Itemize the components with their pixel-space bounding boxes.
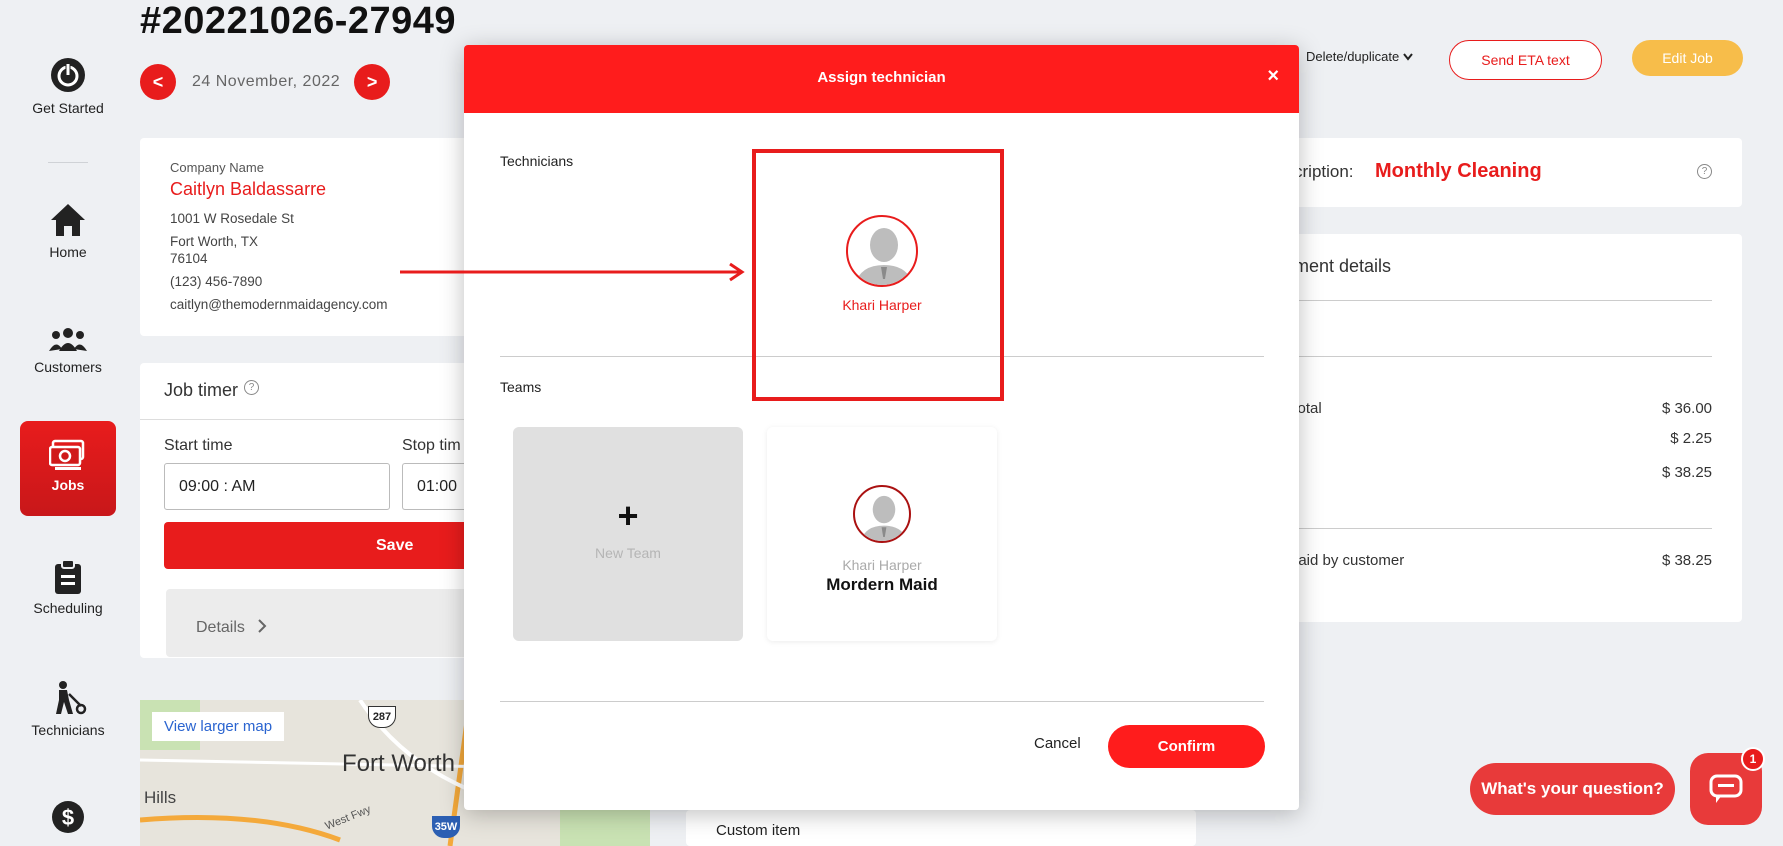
map-area-label: Hills: [144, 788, 177, 807]
chevron-right-icon: >: [366, 71, 378, 92]
highlight-box: [752, 149, 1004, 401]
dollar-icon: $: [52, 801, 84, 833]
help-icon[interactable]: ?: [1697, 164, 1712, 179]
sidebar-item-customers[interactable]: Customers: [20, 327, 116, 375]
chevron-down-icon: [1403, 53, 1413, 61]
chat-prompt[interactable]: What's your question?: [1470, 763, 1675, 815]
payment-row-paid: paid by customer $ 38.25: [1290, 552, 1712, 569]
payment-row-amount: $ 38.25: [1661, 464, 1712, 481]
highway-shield-287: 287: [368, 706, 396, 728]
divider: [140, 419, 480, 420]
map-city-label: Fort Worth: [342, 750, 455, 777]
new-team-button[interactable]: + New Team: [513, 427, 743, 641]
clipboard-icon: [55, 560, 81, 594]
jobs-icon: [49, 439, 85, 470]
sidebar-item-label: Get Started: [32, 100, 104, 116]
delete-duplicate-dropdown[interactable]: Delete/duplicate: [1306, 49, 1413, 64]
sidebar-item-label: Customers: [34, 359, 102, 375]
payment-details-card: ment details Total $ 36.00 $ 2.25 $ 38.2…: [1290, 234, 1742, 622]
divider: [1290, 300, 1712, 301]
power-icon: [51, 58, 85, 92]
divider: [1290, 528, 1712, 529]
details-label: Details: [196, 619, 245, 636]
start-time-input[interactable]: 09:00 : AM: [164, 463, 390, 510]
date-navigator: < 24 November, 2022 >: [140, 64, 391, 100]
sidebar-divider: [48, 162, 88, 163]
cancel-button[interactable]: Cancel: [1034, 735, 1081, 752]
customer-name[interactable]: Caitlyn Baldassarre: [170, 179, 450, 200]
company-card: Company Name Caitlyn Baldassarre 1001 W …: [140, 138, 480, 336]
modal-title: Assign technician: [817, 69, 946, 86]
save-label: Save: [376, 536, 414, 554]
payment-row-total: Total $ 36.00: [1290, 400, 1712, 417]
teams-label: Teams: [500, 379, 542, 395]
stop-time-label: Stop tim: [402, 437, 461, 454]
payment-details-title: ment details: [1294, 256, 1392, 276]
sidebar-item-billing[interactable]: $: [20, 800, 116, 840]
description-card: cription: Monthly Cleaning ?: [1290, 138, 1742, 207]
divider: [1290, 356, 1712, 357]
team-name: Mordern Maid: [826, 575, 938, 594]
send-eta-button[interactable]: Send ETA text: [1449, 40, 1602, 80]
sidebar-item-label: Technicians: [31, 722, 105, 738]
address-city: Fort Worth, TX: [170, 234, 259, 249]
sidebar-item-technicians[interactable]: Technicians: [20, 680, 116, 738]
job-number: #20221026-27949: [140, 0, 457, 42]
chevron-left-icon: <: [152, 71, 164, 92]
sidebar-item-label: Home: [49, 244, 87, 260]
person-silhouette-icon: [860, 495, 908, 541]
description-label: cription:: [1294, 162, 1354, 181]
new-team-label: New Team: [595, 545, 661, 561]
delete-duplicate-label: Delete/duplicate: [1306, 49, 1400, 64]
help-icon[interactable]: ?: [244, 380, 260, 395]
payment-row-amount: $ 2.25: [1670, 430, 1712, 447]
sidebar-item-scheduling[interactable]: Scheduling: [20, 560, 116, 616]
close-icon[interactable]: ×: [1267, 65, 1279, 88]
payment-row-label: paid by customer: [1290, 552, 1405, 569]
divider: [500, 701, 1264, 702]
technicians-label: Technicians: [500, 153, 574, 169]
confirm-button[interactable]: Confirm: [1108, 725, 1265, 768]
modal-header: Assign technician ×: [464, 45, 1299, 113]
highway-shield-35w: 35W: [432, 816, 460, 838]
next-date-button[interactable]: >: [354, 64, 391, 100]
payment-row-amount: $ 36.00: [1661, 400, 1712, 417]
details-toggle[interactable]: Details: [166, 589, 480, 657]
customers-icon: [49, 328, 87, 351]
notification-badge: 1: [1741, 747, 1765, 771]
previous-date-button[interactable]: <: [140, 64, 176, 100]
job-timer-title: Job timer?: [164, 380, 260, 401]
team-card[interactable]: Khari Harper Mordern Maid: [767, 427, 997, 641]
team-member-name: Khari Harper: [842, 557, 922, 573]
save-button[interactable]: Save: [164, 522, 480, 569]
chat-icon: [1709, 774, 1743, 803]
sidebar-item-home[interactable]: Home: [20, 202, 116, 260]
sidebar-item-label: Jobs: [51, 477, 85, 493]
company-label: Company Name: [170, 160, 264, 175]
payment-row-amount: $ 38.25: [1661, 552, 1712, 569]
start-time-label: Start time: [164, 437, 233, 454]
avatar: [853, 485, 911, 543]
custom-item-row[interactable]: Custom item: [686, 810, 1196, 846]
address-street: 1001 W Rosedale St: [170, 211, 294, 226]
customer-email: caitlyn@themodernmaidagency.com: [170, 297, 388, 312]
home-icon: [51, 204, 85, 236]
technician-icon: [56, 681, 87, 715]
view-larger-map-link[interactable]: View larger map: [152, 712, 285, 741]
job-date: 24 November, 2022: [192, 73, 341, 90]
edit-job-button[interactable]: Edit Job: [1632, 40, 1743, 76]
job-timer-label: Job timer: [164, 380, 239, 400]
sidebar-item-get-started[interactable]: Get Started: [20, 56, 116, 116]
svg-text:$: $: [62, 805, 74, 830]
sidebar: Get Started Home Customers Jobs Scheduli…: [0, 0, 137, 846]
job-timer-card: Job timer? Start time Stop tim 09:00 : A…: [140, 363, 480, 658]
description-value: Monthly Cleaning: [1375, 160, 1542, 182]
annotation-arrow-icon: [400, 262, 745, 282]
plus-icon: +: [617, 495, 639, 536]
sidebar-item-label: Scheduling: [33, 600, 103, 616]
sidebar-item-jobs[interactable]: Jobs: [20, 421, 116, 516]
chevron-right-icon: [258, 619, 267, 633]
